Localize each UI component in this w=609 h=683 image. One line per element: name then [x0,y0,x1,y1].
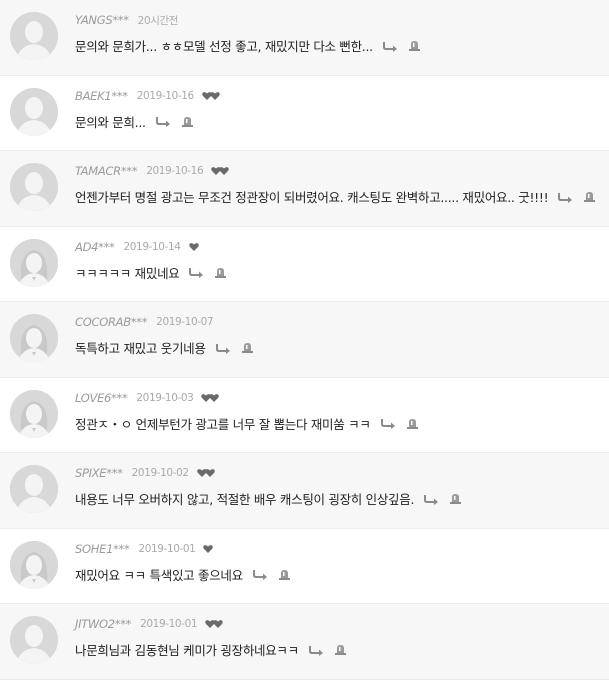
double-heart-icon [196,469,215,477]
male-avatar-icon [10,616,58,664]
comment-username: TAMACR*** [75,164,138,178]
comment-body: 언젠가부터 명절 광고는 무조건 정관장이 되버렸어요. 캐스팅도 완벽하고..… [75,187,596,206]
comment-date: 2019-10-14 [123,240,181,253]
comment-meta: SPIXE*** 2019-10-02 [75,465,218,481]
comment-username: SPIXE*** [75,466,123,480]
comment-username: LOVE6*** [75,390,128,405]
comment-body: 문의와 문희가... ㅎㅎ모델 선정 좋고, 재밌지만 다소 뻔한... [75,36,420,55]
comment-list: YANGS*** 20시간전 문의와 문희가... ㅎㅎ모델 선정 좋고, 재밌… [0,0,609,680]
heart-rating [210,166,232,176]
comment-username: YANGS*** [75,13,129,27]
comment-item: SPIXE*** 2019-10-02 내용도 너무 오버하지 않고, 적절한 … [0,453,609,529]
comment-item: LOVE6*** 2019-10-03 정관ㅈ・ㅇ 언제부턴가 광고를 너무 잘… [0,377,609,453]
comment-date: 2019-10-07 [156,316,214,328]
reply-arrow-icon[interactable] [215,342,232,354]
male-avatar-icon [10,465,58,513]
comment-username: JITWO2*** [75,617,132,631]
female-avatar-icon [10,314,58,362]
comment-item: BAEK1*** 2019-10-16 문의와 문희... [0,75,609,151]
comment-item: TAMACR*** 2019-10-16 언젠가부터 명절 광고는 무조건 정관… [0,151,609,227]
male-avatar-icon [10,87,58,136]
comment-text: 문의와 문희가... ㅎㅎ모델 선정 좋고, 재밌지만 다소 뻔한... [75,39,373,54]
reply-arrow-icon[interactable] [380,417,397,429]
comment-body: ㅋㅋㅋㅋㅋ 재밌네요 [75,263,227,282]
comment-username: AD4*** [75,239,115,254]
heart-rating [188,242,200,252]
comment-body: 내용도 너무 오버하지 않고, 적절한 배우 캐스팅이 굉장히 인상깊음. [75,489,462,508]
comment-meta: AD4*** 2019-10-14 [75,239,200,255]
report-siren-icon[interactable] [406,418,418,429]
comment-text: ㅋㅋㅋㅋㅋ 재밌네요 [75,265,180,281]
heart-rating [196,468,218,478]
heart-icon [188,242,199,251]
report-siren-icon[interactable] [278,569,290,580]
heart-icon [203,544,214,553]
heart-rating [200,393,222,403]
comment-item: COCORAB*** 2019-10-07 독특하고 재밌고 웃기네용 [0,302,609,378]
comment-meta: TAMACR*** 2019-10-16 [75,163,232,179]
comment-date: 2019-10-02 [131,467,189,479]
comment-meta: SOHE1*** 2019-10-01 [75,541,214,557]
comment-date: 2019-10-01 [138,542,196,555]
comment-meta: LOVE6*** 2019-10-03 [75,390,222,406]
comment-item: AD4*** 2019-10-14 ㅋㅋㅋㅋㅋ 재밌네요 [0,226,609,302]
comment-text: 정관ㅈ・ㅇ 언제부턴가 광고를 너무 잘 뽑는다 재미쑴 ㅋㅋ [75,416,371,432]
report-siren-icon[interactable] [215,267,227,278]
comment-text: 재밌어요 ㅋㅋ 특색있고 좋으네요 [75,567,243,583]
report-siren-icon[interactable] [408,40,420,51]
female-avatar-icon [10,389,58,438]
male-avatar-icon [10,12,58,60]
comment-item: JITWO2*** 2019-10-01 나문희님과 김동현님 케미가 굉장하네… [0,604,609,680]
heart-rating [204,619,226,629]
reply-arrow-icon[interactable] [308,644,325,656]
double-heart-icon [201,393,220,402]
reply-arrow-icon[interactable] [558,191,574,203]
comment-item: SOHE1*** 2019-10-01 재밌어요 ㅋㅋ 특색있고 좋으네요 [0,528,609,604]
reply-arrow-icon[interactable] [382,40,399,52]
double-heart-icon [211,167,229,175]
female-avatar-icon [10,238,58,287]
double-heart-icon [205,620,223,628]
reply-arrow-icon[interactable] [424,493,440,505]
comment-meta: COCORAB*** 2019-10-07 [75,314,214,330]
comment-date: 2019-10-16 [146,165,204,177]
comment-text: 언젠가부터 명절 광고는 무조건 정관장이 되버렸어요. 캐스팅도 완벽하고..… [75,190,549,205]
comment-date: 2019-10-01 [140,618,198,630]
comment-username: SOHE1*** [75,541,130,556]
comment-text: 나문희님과 김동현님 케미가 굉장하네요ㅋㅋ [75,643,299,658]
comment-meta: BAEK1*** 2019-10-16 [75,88,223,104]
comment-body: 문의와 문희... [75,112,193,131]
report-siren-icon[interactable] [584,191,596,202]
heart-rating [201,91,223,101]
heart-rating [202,544,214,554]
report-siren-icon[interactable] [334,644,346,655]
comment-meta: JITWO2*** 2019-10-01 [75,616,226,632]
reply-arrow-icon[interactable] [189,266,205,278]
comment-date: 2019-10-03 [136,391,194,404]
comment-body: 독특하고 재밌고 웃기네용 [75,338,253,357]
comment-text: 문의와 문희... [75,114,146,130]
comment-username: BAEK1*** [75,88,128,103]
comment-meta: YANGS*** 20시간전 [75,12,178,28]
double-heart-icon [202,91,220,100]
report-siren-icon[interactable] [181,116,193,127]
reply-arrow-icon[interactable] [155,115,172,127]
comment-username: COCORAB*** [75,315,148,329]
comment-text: 내용도 너무 오버하지 않고, 적절한 배우 캐스팅이 굉장히 인상깊음. [75,492,415,507]
comment-body: 재밌어요 ㅋㅋ 특색있고 좋으네요 [75,565,290,584]
reply-arrow-icon[interactable] [252,568,269,580]
male-avatar-icon [10,163,58,211]
comment-date: 2019-10-16 [136,89,194,102]
comment-body: 나문희님과 김동현님 케미가 굉장하네요ㅋㅋ [75,640,346,659]
female-avatar-icon [10,540,58,589]
report-siren-icon[interactable] [450,493,462,504]
comment-date: 20시간전 [137,14,179,27]
comment-text: 독특하고 재밌고 웃기네용 [75,341,206,356]
report-siren-icon[interactable] [241,342,253,353]
comment-item: YANGS*** 20시간전 문의와 문희가... ㅎㅎ모델 선정 좋고, 재밌… [0,0,609,76]
comment-body: 정관ㅈ・ㅇ 언제부턴가 광고를 너무 잘 뽑는다 재미쑴 ㅋㅋ [75,414,418,433]
